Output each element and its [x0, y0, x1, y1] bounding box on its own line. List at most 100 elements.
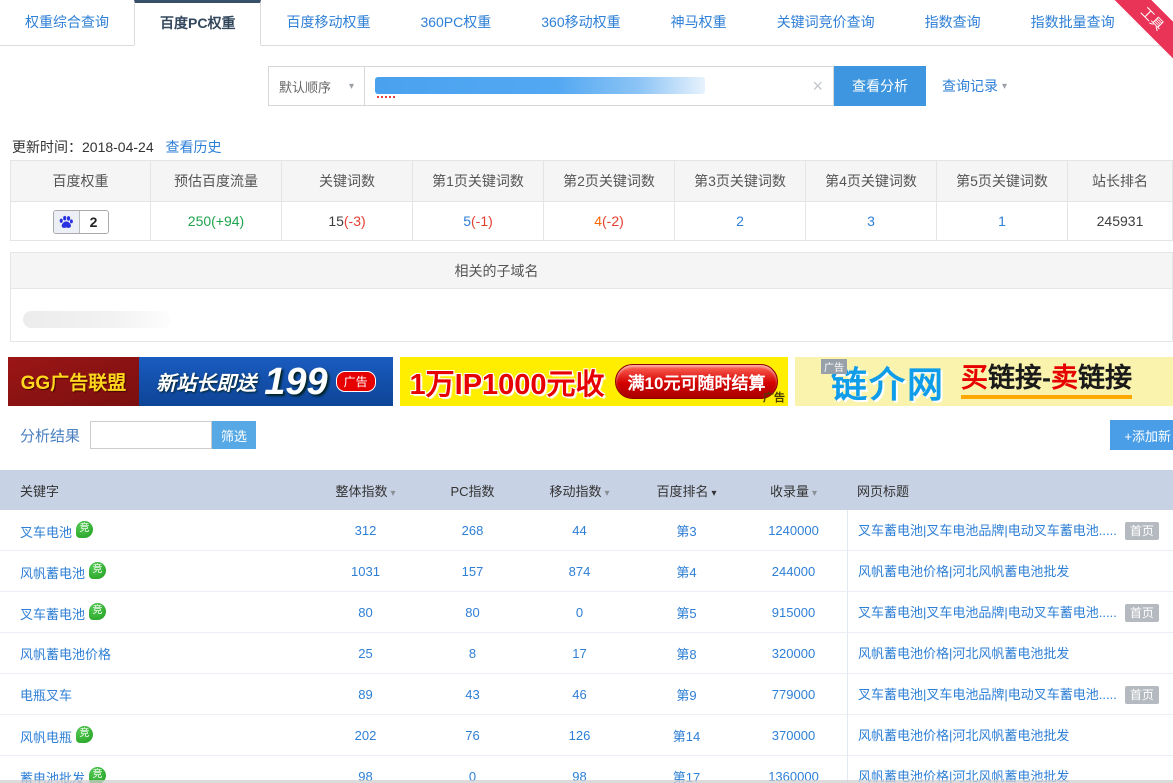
related-subdomains-title: 相关的子域名	[11, 253, 1172, 289]
pc-index-value: 76	[465, 728, 479, 743]
tab-shenma-weight[interactable]: 神马权重	[646, 0, 752, 45]
bid-badge-icon: 竞	[76, 521, 93, 538]
page1-keyword-delta: (-1)	[471, 213, 493, 229]
ad-gg-union-name: GG广告联盟	[8, 357, 139, 406]
summary-header-row: 百度权重 预估百度流量 关键词数 第1页关键词数 第2页关键词数 第3页关键词数…	[11, 161, 1172, 202]
baidu-rank-link[interactable]: 第8	[676, 647, 696, 662]
pc-index-value: 43	[465, 687, 479, 702]
tab-baidu-pc-weight[interactable]: 百度PC权重	[134, 0, 261, 46]
filter-button[interactable]: 筛选	[212, 421, 256, 449]
baidu-rank-link[interactable]: 第5	[676, 606, 696, 621]
tab-index-batch-query[interactable]: 指数批量查询	[1006, 0, 1140, 45]
page-title-link[interactable]: 叉车蓄电池|叉车电池品牌|电动叉车蓄电池.....	[858, 605, 1117, 620]
keyword-link[interactable]: 风帆蓄电池价格	[20, 647, 111, 662]
keyword-link[interactable]: 风帆蓄电池	[20, 566, 85, 581]
page1-keyword-count[interactable]: 5	[463, 213, 471, 229]
baidu-rank-link[interactable]: 第9	[676, 688, 696, 703]
add-new-keyword-button[interactable]: +添加新	[1110, 420, 1173, 450]
sort-order-select[interactable]: 默认顺序 ▾	[268, 66, 365, 106]
col-header-overall-index[interactable]: 整体指数▾	[312, 481, 419, 500]
ad-banner-ip-offer[interactable]: 1万IP1000元收 满10元可随时结算 广告	[400, 357, 788, 406]
collected-count-link[interactable]: 915000	[772, 605, 815, 620]
query-history-dropdown[interactable]: 查询记录 ▾	[942, 66, 1007, 106]
table-header-row: 关键字 整体指数▾ PC指数 移动指数▾ 百度排名▾ 收录量▾ 网页标题	[0, 470, 1173, 510]
analyze-button[interactable]: 查看分析	[834, 66, 926, 106]
tab-index-query[interactable]: 指数查询	[900, 0, 1006, 45]
tab-360-pc-weight[interactable]: 360PC权重	[395, 0, 516, 45]
overall-index-value: 89	[358, 687, 372, 702]
page-title-link[interactable]: 叉车蓄电池|叉车电池品牌|电动叉车蓄电池.....	[858, 687, 1117, 702]
clear-icon[interactable]: ×	[812, 76, 823, 96]
collected-count-link[interactable]: 1240000	[768, 523, 819, 538]
table-row: 蓄电池批发竞 98 0 98 第17 1360000 风帆蓄电池价格|河北风帆蓄…	[0, 756, 1173, 783]
page2-keyword-count[interactable]: 4	[594, 213, 602, 229]
mobile-index-value: 44	[572, 523, 586, 538]
baidu-rank-link[interactable]: 第4	[676, 565, 696, 580]
col-header-collected[interactable]: 收录量▾	[740, 481, 847, 500]
ad-banner-row: GG广告联盟 新站长即送 199 广告 1万IP1000元收 满10元可随时结算…	[8, 357, 1173, 406]
page-title-link[interactable]: 风帆蓄电池价格|河北风帆蓄电池批发	[858, 564, 1069, 579]
summary-value-row: 2 250(+94) 15(-3) 5(-1) 4(-2) 2 3 1 2459…	[11, 202, 1172, 240]
summary-header-webmaster-rank: 站长排名	[1068, 161, 1172, 202]
collected-count-link[interactable]: 320000	[772, 646, 815, 661]
sort-caret-icon[interactable]: ▾	[711, 488, 716, 499]
overall-index-value: 80	[358, 605, 372, 620]
ad-banner-gg-union[interactable]: GG广告联盟 新站长即送 199 广告	[8, 357, 393, 406]
filter-keyword-input[interactable]	[90, 421, 212, 449]
pc-index-value: 80	[465, 605, 479, 620]
censored-query-value	[375, 77, 705, 94]
tab-weight-overview[interactable]: 权重综合查询	[0, 0, 134, 45]
top-tab-bar: 权重综合查询 百度PC权重 百度移动权重 360PC权重 360移动权重 神马权…	[0, 0, 1173, 46]
ad-banner-lianjie[interactable]: 广告 链介网 买链接-卖链接	[795, 357, 1173, 406]
tab-baidu-mobile-weight[interactable]: 百度移动权重	[261, 0, 395, 45]
spellcheck-underline	[377, 96, 395, 98]
page-title-link[interactable]: 叉车蓄电池|叉车电池品牌|电动叉车蓄电池.....	[858, 523, 1117, 538]
caret-down-icon: ▾	[1002, 81, 1007, 92]
homepage-badge: 首页	[1125, 686, 1159, 704]
col-header-mobile-index[interactable]: 移动指数▾	[526, 481, 633, 500]
view-history-link[interactable]: 查看历史	[166, 139, 222, 155]
sort-order-value: 默认顺序	[279, 77, 331, 96]
est-traffic-value: 250	[188, 213, 211, 229]
ad-tag: 广告	[336, 371, 376, 392]
collected-count-link[interactable]: 244000	[772, 564, 815, 579]
related-subdomains-section: 相关的子域名	[10, 252, 1173, 342]
ad-lianjie-brand: 链介网	[831, 357, 945, 406]
keyword-count-value: 15	[328, 213, 344, 229]
query-history-label: 查询记录	[942, 76, 998, 96]
update-time-label: 更新时间：	[12, 139, 82, 155]
page4-keyword-count[interactable]: 3	[867, 213, 875, 229]
page5-keyword-count[interactable]: 1	[998, 213, 1006, 229]
keyword-analysis-table: 关键字 整体指数▾ PC指数 移动指数▾ 百度排名▾ 收录量▾ 网页标题 叉车电…	[0, 470, 1173, 783]
summary-header-page2: 第2页关键词数	[544, 161, 675, 202]
analysis-filter-row: 分析结果 筛选	[20, 420, 256, 450]
col-header-baidu-rank[interactable]: 百度排名▾	[633, 481, 740, 500]
sort-caret-icon[interactable]: ▾	[604, 488, 609, 499]
keyword-link[interactable]: 电瓶叉车	[20, 688, 72, 703]
sort-caret-icon[interactable]: ▾	[812, 488, 817, 499]
sort-caret-icon[interactable]: ▾	[390, 488, 395, 499]
keyword-count-delta: (-3)	[344, 213, 366, 229]
baidu-rank-link[interactable]: 第14	[673, 729, 700, 744]
overall-index-value: 202	[355, 728, 377, 743]
ad-lianjie-text: 买链接-卖链接	[961, 364, 1132, 400]
baidu-weight-value: 2	[80, 210, 108, 234]
baidu-rank-link[interactable]: 第3	[676, 524, 696, 539]
tab-360-mobile-weight[interactable]: 360移动权重	[516, 0, 645, 45]
page-title-link[interactable]: 风帆蓄电池价格|河北风帆蓄电池批发	[858, 728, 1069, 743]
baidu-paw-icon	[54, 210, 80, 234]
tab-keyword-bid-query[interactable]: 关键词竞价查询	[752, 0, 900, 45]
collected-count-link[interactable]: 779000	[772, 687, 815, 702]
keyword-link[interactable]: 叉车电池	[20, 525, 72, 540]
related-subdomains-body	[11, 289, 1172, 341]
query-input[interactable]: ×	[364, 66, 834, 106]
keyword-link[interactable]: 风帆电瓶	[20, 730, 72, 745]
baidu-weight-badge[interactable]: 2	[53, 210, 109, 234]
collected-count-link[interactable]: 370000	[772, 728, 815, 743]
overall-index-value: 25	[358, 646, 372, 661]
page3-keyword-count[interactable]: 2	[736, 213, 744, 229]
keyword-link[interactable]: 叉车蓄电池	[20, 607, 85, 622]
page-title-link[interactable]: 风帆蓄电池价格|河北风帆蓄电池批发	[858, 646, 1069, 661]
summary-header-page1: 第1页关键词数	[413, 161, 544, 202]
censored-subdomain-item[interactable]	[23, 311, 171, 328]
